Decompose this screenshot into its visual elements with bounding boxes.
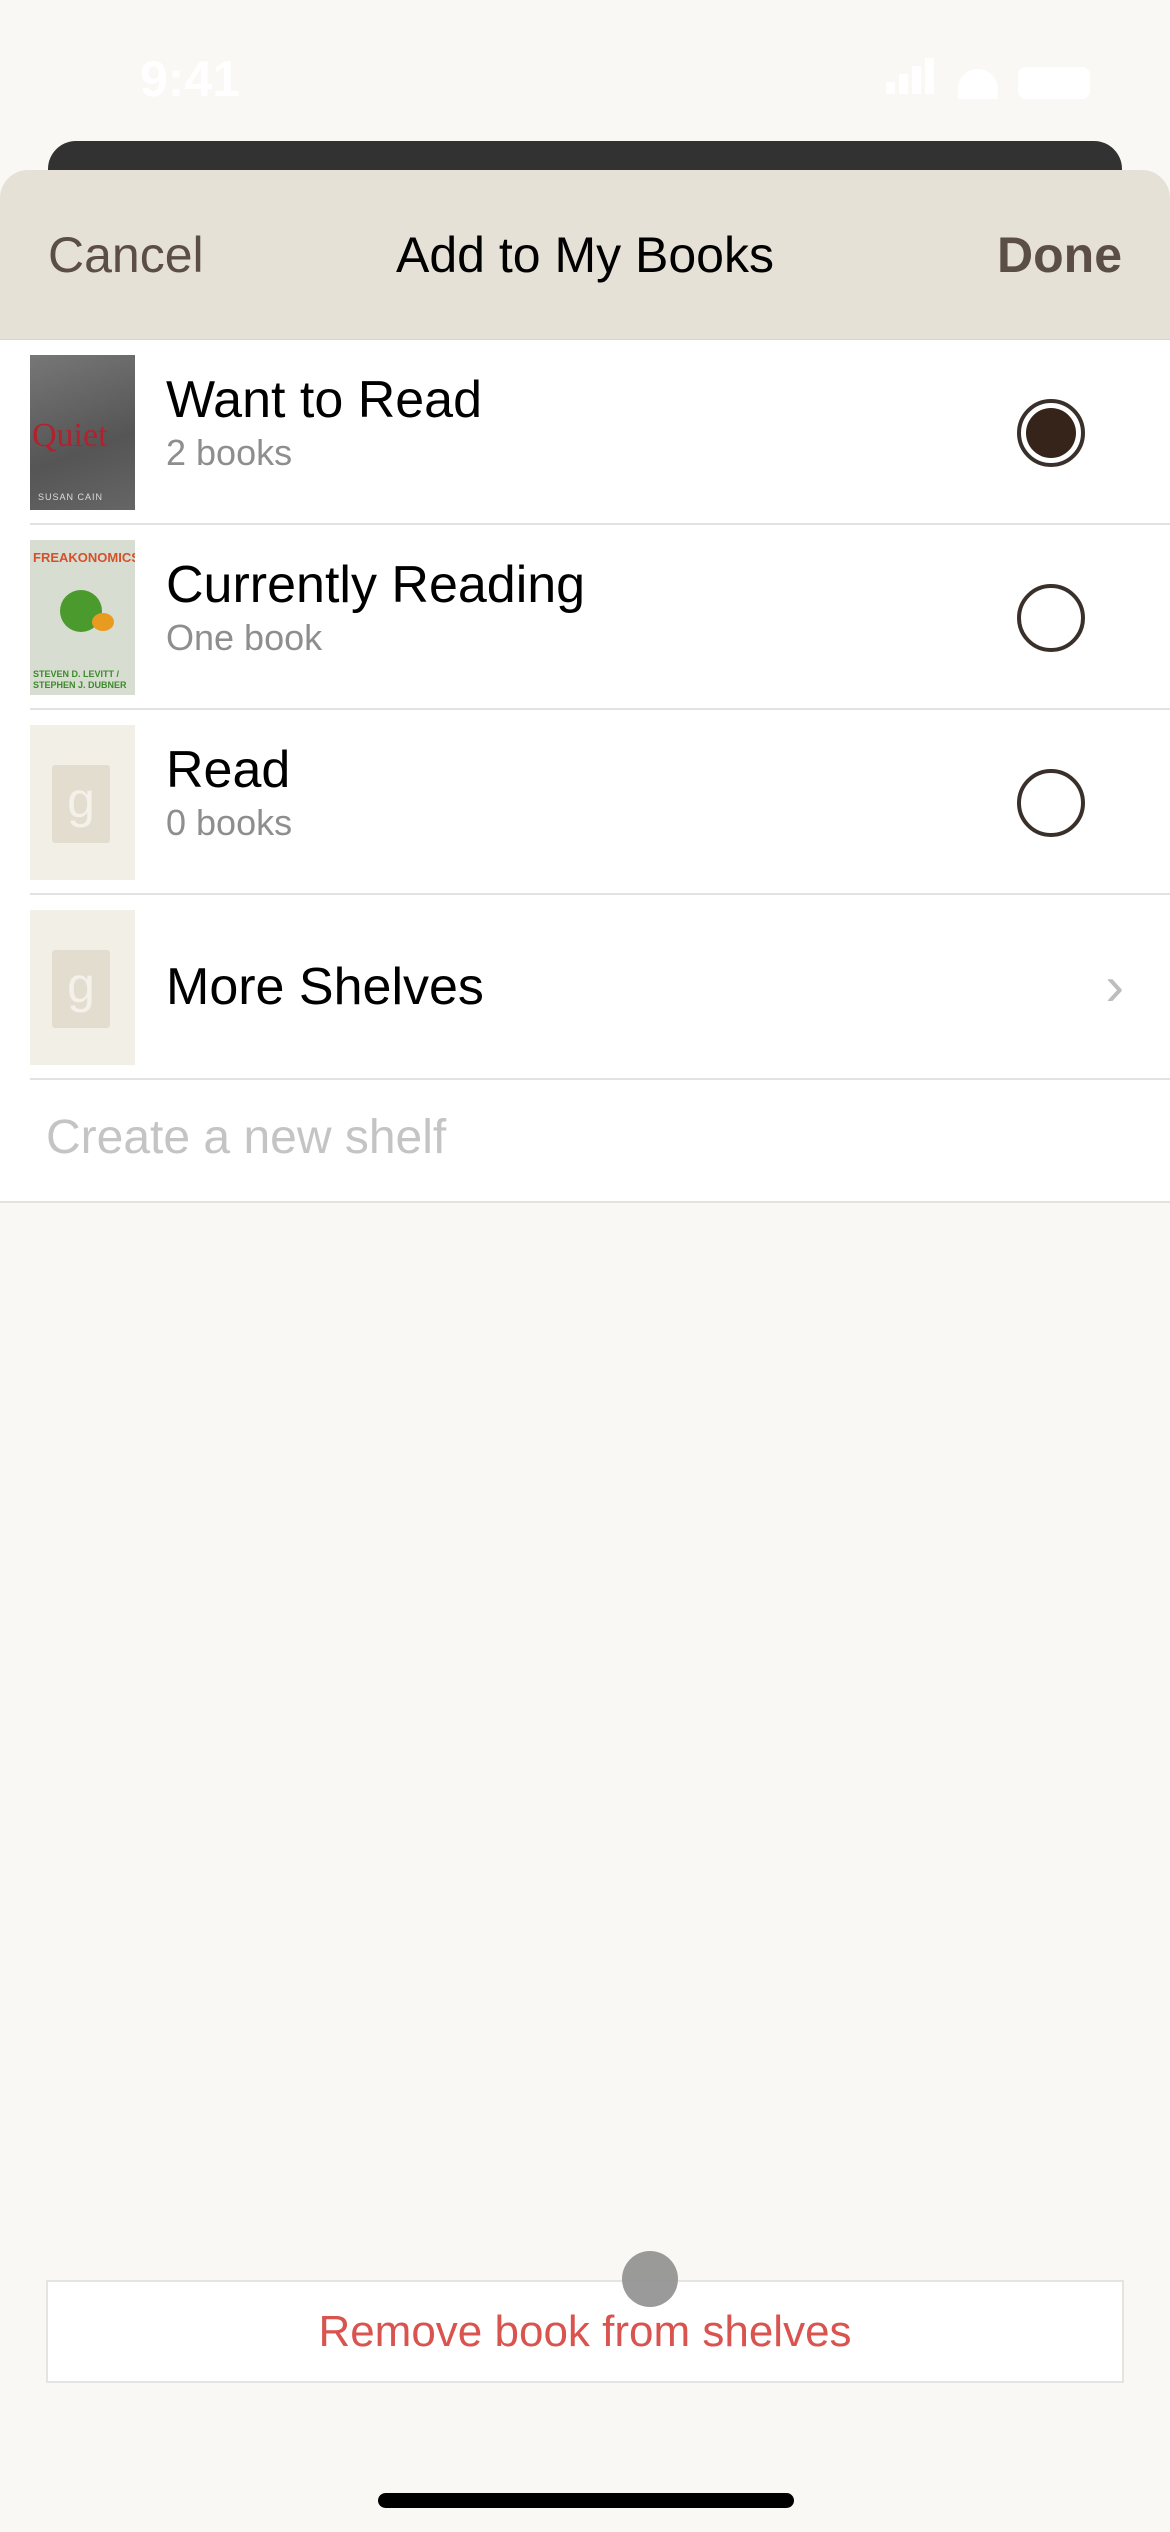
battery-icon [1018,67,1090,99]
touch-indicator [622,2251,678,2307]
sheet-header: Cancel Add to My Books Done [0,170,1170,340]
cover-title: FREAKONOMICS [33,550,135,565]
chevron-right-icon: › [1105,954,1124,1017]
remove-book-button[interactable]: Remove book from shelves [46,2280,1124,2383]
shelf-row-want-to-read[interactable]: Quiet SUSAN CAIN Want to Read 2 books [30,340,1170,525]
done-button[interactable]: Done [997,226,1122,284]
shelf-name: Currently Reading [166,556,586,614]
book-cover-freakonomics: FREAKONOMICS STEVEN D. LEVITT / STEPHEN … [30,540,135,695]
sheet-title: Add to My Books [396,227,774,283]
shelf-row-read[interactable]: g Read 0 books [30,710,1170,895]
cover-title: Quiet [32,417,108,454]
cover-author: STEVEN D. LEVITT / STEPHEN J. DUBNER [33,669,127,690]
orange-illustration [92,613,114,631]
shelf-count: 0 books [166,802,293,843]
shelf-name: Want to Read [166,371,483,429]
cover-author: SUSAN CAIN [38,492,104,502]
shelf-row-currently-reading[interactable]: FREAKONOMICS STEVEN D. LEVITT / STEPHEN … [30,525,1170,710]
goodreads-book-icon: g [52,950,110,1028]
create-shelf-row [0,1080,1170,1203]
radio-selected[interactable] [1017,399,1085,467]
placeholder-cover: g [30,910,135,1065]
shelf-count: One book [166,617,323,658]
goodreads-book-icon: g [52,765,110,843]
placeholder-cover: g [30,725,135,880]
more-shelves-row[interactable]: g More Shelves › [30,895,1170,1080]
wifi-icon [958,69,998,99]
create-shelf-input[interactable] [46,1110,1046,1165]
home-indicator[interactable] [378,2493,794,2508]
book-cover-quiet: Quiet SUSAN CAIN [30,355,135,510]
add-to-my-books-sheet: Cancel Add to My Books Done Quiet SUSAN … [0,170,1170,2532]
more-shelves-label: More Shelves [166,958,484,1016]
cellular-signal-icon [886,58,938,99]
status-time: 9:41 [140,51,241,107]
status-bar: 9:41 [0,40,1170,110]
radio-unselected[interactable] [1017,584,1085,652]
shelf-count: 2 books [166,432,293,473]
shelf-name: Read [166,741,291,799]
shelf-list: Quiet SUSAN CAIN Want to Read 2 books FR… [0,340,1170,1080]
radio-unselected[interactable] [1017,769,1085,837]
